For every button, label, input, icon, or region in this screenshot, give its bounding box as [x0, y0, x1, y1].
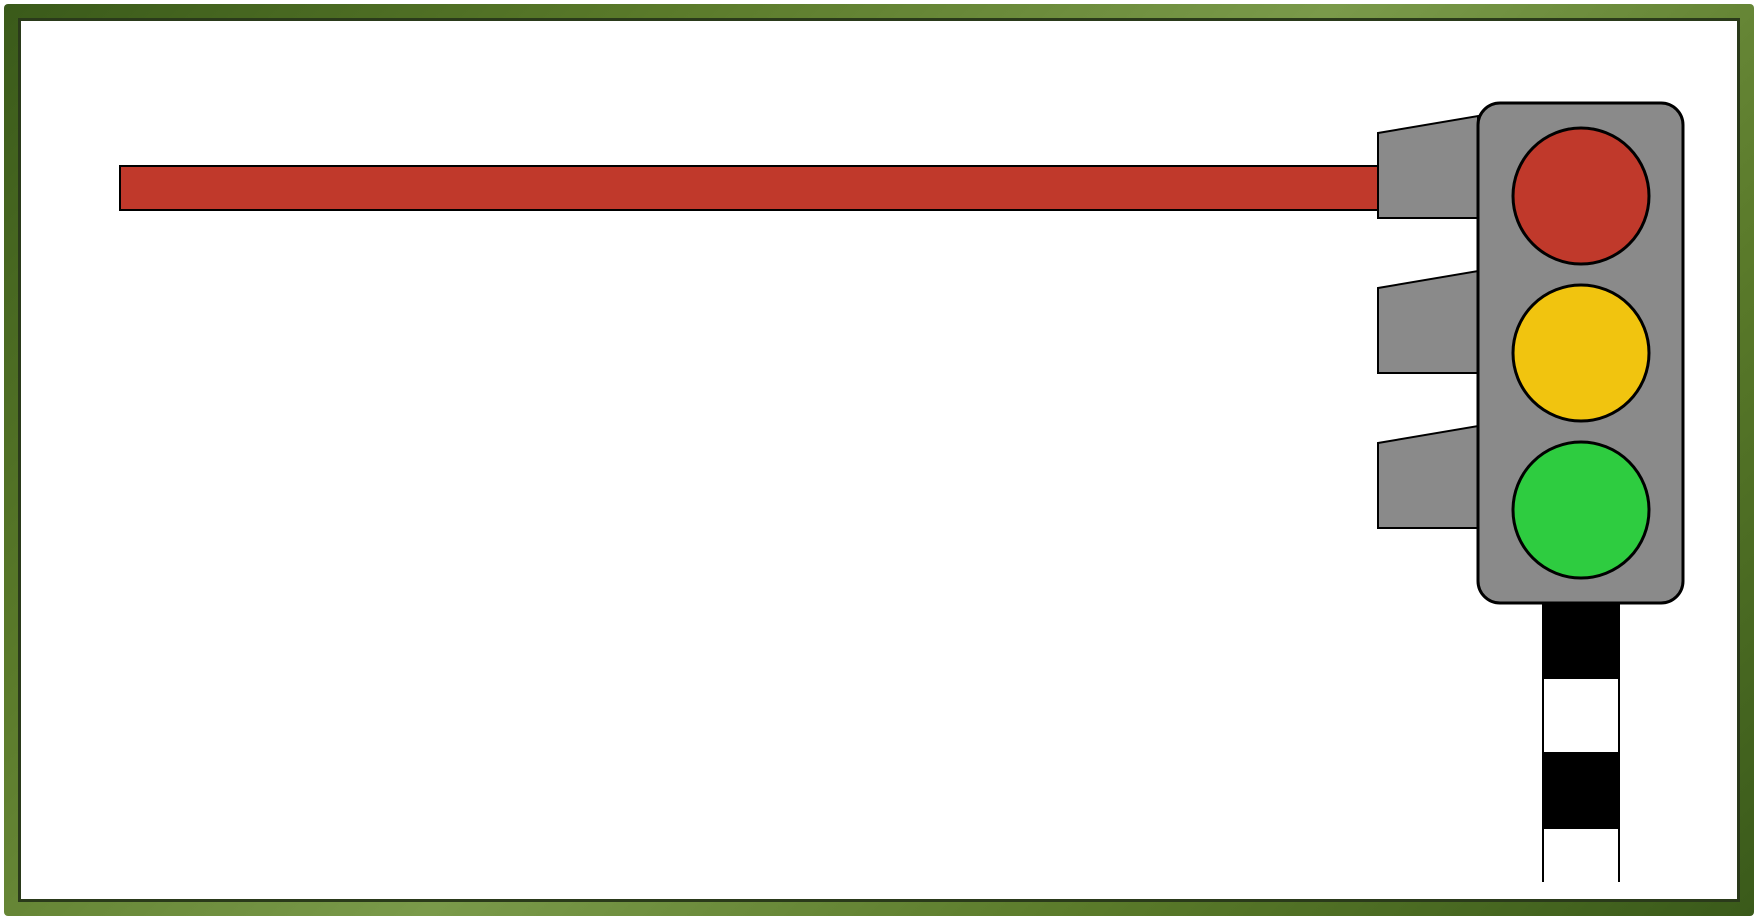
traffic-light-pole [1543, 603, 1619, 882]
traffic-light-visor-middle [1378, 271, 1478, 373]
traffic-light-visor-top [1378, 116, 1478, 218]
traffic-light-illustration [38, 38, 1720, 882]
yellow-light-icon [1513, 285, 1649, 421]
barrier-arm [120, 166, 1448, 210]
red-light-icon [1513, 128, 1649, 264]
traffic-light-visor-bottom [1378, 426, 1478, 528]
green-light-icon [1513, 442, 1649, 578]
illustration-canvas [38, 38, 1720, 882]
